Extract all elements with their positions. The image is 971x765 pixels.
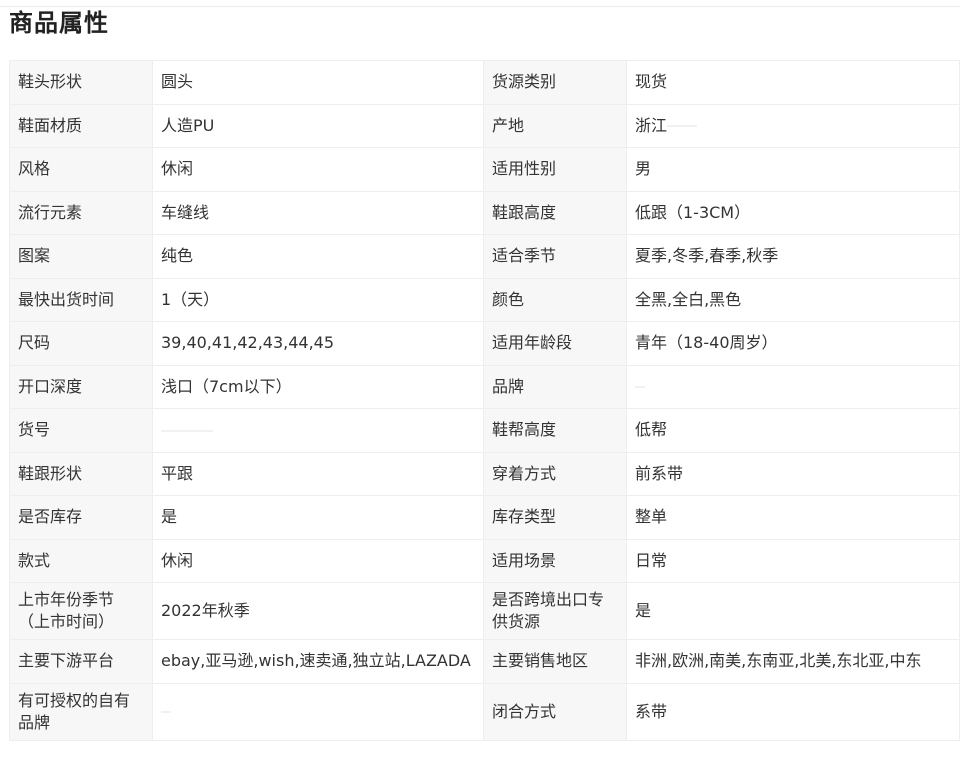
attr-value: 车缝线 bbox=[152, 190, 484, 235]
attr-key: 图案 bbox=[9, 234, 153, 279]
table-row: 风格 休闲 适用性别 男 bbox=[9, 147, 960, 192]
redacted-mark bbox=[667, 125, 698, 128]
attr-value: 夏季,冬季,春季,秋季 bbox=[626, 234, 960, 279]
product-attributes-table: 鞋头形状 圆头 货源类别 现货 鞋面材质 人造PU 产地 浙江 风格 休闲 适用… bbox=[9, 60, 960, 741]
attr-value-text: 浙江 bbox=[635, 115, 668, 135]
attr-value: 1（天） bbox=[152, 277, 484, 322]
attr-value: 前系带 bbox=[626, 451, 960, 496]
attr-key: 有可授权的自有品牌 bbox=[9, 682, 153, 741]
table-row: 鞋头形状 圆头 货源类别 现货 bbox=[9, 60, 960, 105]
attr-value: 平跟 bbox=[152, 451, 484, 496]
table-row: 是否库存 是 库存类型 整单 bbox=[9, 495, 960, 540]
table-row: 流行元素 车缝线 鞋跟高度 低跟（1-3CM） bbox=[9, 190, 960, 235]
attr-key: 鞋面材质 bbox=[9, 103, 153, 148]
attr-key: 是否库存 bbox=[9, 495, 153, 540]
attr-key: 主要下游平台 bbox=[9, 639, 153, 684]
table-row: 开口深度 浅口（7cm以下） 品牌 bbox=[9, 364, 960, 409]
attr-value: 男 bbox=[626, 147, 960, 192]
attr-key: 主要销售地区 bbox=[483, 639, 627, 684]
attr-key: 闭合方式 bbox=[483, 682, 627, 741]
table-row: 尺码 39,40,41,42,43,44,45 适用年龄段 青年（18-40周岁… bbox=[9, 321, 960, 366]
attr-key: 货源类别 bbox=[483, 60, 627, 105]
attr-key: 款式 bbox=[9, 538, 153, 583]
attr-key: 鞋跟高度 bbox=[483, 190, 627, 235]
attr-value: 39,40,41,42,43,44,45 bbox=[152, 321, 484, 366]
attr-value: 低跟（1-3CM） bbox=[626, 190, 960, 235]
attr-key: 是否跨境出口专供货源 bbox=[483, 582, 627, 640]
attr-key: 适用场景 bbox=[483, 538, 627, 583]
table-row: 有可授权的自有品牌 闭合方式 系带 bbox=[9, 682, 960, 741]
attr-value: 整单 bbox=[626, 495, 960, 540]
attr-value: 低帮 bbox=[626, 408, 960, 453]
attr-value: 人造PU bbox=[152, 103, 484, 148]
section-title: 商品属性 bbox=[9, 9, 109, 37]
attr-key: 流行元素 bbox=[9, 190, 153, 235]
attr-value: 系带 bbox=[626, 682, 960, 741]
redacted-mark bbox=[161, 711, 171, 713]
attr-value: 青年（18-40周岁） bbox=[626, 321, 960, 366]
attr-key: 尺码 bbox=[9, 321, 153, 366]
attr-value: 非洲,欧洲,南美,东南亚,北美,东北亚,中东 bbox=[626, 639, 960, 684]
attr-key: 颜色 bbox=[483, 277, 627, 322]
top-divider bbox=[0, 6, 960, 7]
attr-value-own-brand bbox=[152, 682, 484, 741]
attr-key: 产地 bbox=[483, 103, 627, 148]
attr-key: 适用年龄段 bbox=[483, 321, 627, 366]
attr-value-origin: 浙江 bbox=[626, 103, 960, 148]
attr-value: 全黑,全白,黑色 bbox=[626, 277, 960, 322]
table-row: 图案 纯色 适合季节 夏季,冬季,春季,秋季 bbox=[9, 234, 960, 279]
table-row: 货号 鞋帮高度 低帮 bbox=[9, 408, 960, 453]
attr-value: 休闲 bbox=[152, 147, 484, 192]
attr-value: 纯色 bbox=[152, 234, 484, 279]
attr-key: 库存类型 bbox=[483, 495, 627, 540]
attr-value: 是 bbox=[152, 495, 484, 540]
attr-value: 现货 bbox=[626, 60, 960, 105]
attr-value-item-number bbox=[152, 408, 484, 453]
attr-key: 风格 bbox=[9, 147, 153, 192]
redacted-mark bbox=[635, 386, 645, 389]
table-row: 鞋跟形状 平跟 穿着方式 前系带 bbox=[9, 451, 960, 496]
attr-value-brand bbox=[626, 364, 960, 409]
attr-value: 浅口（7cm以下） bbox=[152, 364, 484, 409]
table-row: 上市年份季节（上市时间） 2022年秋季 是否跨境出口专供货源 是 bbox=[9, 582, 960, 640]
attr-key: 货号 bbox=[9, 408, 153, 453]
table-row: 主要下游平台 ebay,亚马逊,wish,速卖通,独立站,LAZADA 主要销售… bbox=[9, 639, 960, 684]
attr-value: 休闲 bbox=[152, 538, 484, 583]
attr-key: 穿着方式 bbox=[483, 451, 627, 496]
redacted-mark bbox=[161, 429, 213, 432]
table-row: 鞋面材质 人造PU 产地 浙江 bbox=[9, 103, 960, 148]
table-row: 最快出货时间 1（天） 颜色 全黑,全白,黑色 bbox=[9, 277, 960, 322]
attr-key: 鞋帮高度 bbox=[483, 408, 627, 453]
attr-value: ebay,亚马逊,wish,速卖通,独立站,LAZADA bbox=[152, 639, 484, 684]
attr-value: 日常 bbox=[626, 538, 960, 583]
attr-key: 鞋头形状 bbox=[9, 60, 153, 105]
table-row: 款式 休闲 适用场景 日常 bbox=[9, 538, 960, 583]
attr-key: 品牌 bbox=[483, 364, 627, 409]
attr-key: 上市年份季节（上市时间） bbox=[9, 582, 153, 640]
attr-value: 2022年秋季 bbox=[152, 582, 484, 640]
attr-key: 适合季节 bbox=[483, 234, 627, 279]
attr-key: 适用性别 bbox=[483, 147, 627, 192]
attr-key: 鞋跟形状 bbox=[9, 451, 153, 496]
attr-value: 圆头 bbox=[152, 60, 484, 105]
attr-key: 开口深度 bbox=[9, 364, 153, 409]
attr-value: 是 bbox=[626, 582, 960, 640]
attr-key: 最快出货时间 bbox=[9, 277, 153, 322]
